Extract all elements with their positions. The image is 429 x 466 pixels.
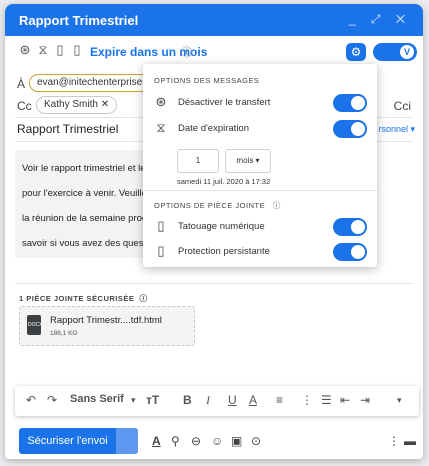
body-line: savoir si vous avez des quest xyxy=(22,238,147,249)
forward-off-icon[interactable]: ⊛ xyxy=(18,43,32,57)
attachments-header: 1 PIÈCE JOINTE SÉCURISÉE ⓘ xyxy=(19,294,148,303)
compose-window: Rapport Trimestriel _ ⤢ ✕ ⊛ ⧖ ▯ ▯ Expire… xyxy=(5,4,423,459)
cc-label: Cc xyxy=(17,99,32,113)
persistent-protection-toggle[interactable] xyxy=(333,243,367,261)
info-icon[interactable]: ⓘ xyxy=(273,201,281,210)
formatting-icon[interactable]: A xyxy=(152,434,161,448)
secure-send-button[interactable]: Sécuriser l'envoi xyxy=(19,428,116,454)
watermark-label: Tatouage numérique xyxy=(178,221,265,232)
disable-forward-label: Désactiver le transfert xyxy=(178,97,271,108)
hourglass-icon: ⧖ xyxy=(156,120,166,135)
hourglass-icon[interactable]: ⧖ xyxy=(36,43,50,57)
body-line: pour l'exercice à venir. Veuille xyxy=(22,188,147,199)
forward-off-icon: ⊛ xyxy=(155,94,167,109)
image-icon[interactable]: ▣ xyxy=(231,434,242,448)
attachment-size: 186,1 KO xyxy=(50,330,78,337)
duration-unit-select[interactable]: mois ▾ xyxy=(225,149,271,173)
text-color-icon[interactable]: A xyxy=(249,393,257,407)
body-divider xyxy=(15,283,413,284)
toggle-knob xyxy=(351,220,365,234)
window-title: Rapport Trimestriel xyxy=(19,13,139,28)
secure-toggle-knob: V xyxy=(400,45,414,59)
underline-icon[interactable]: U xyxy=(228,393,237,407)
formatting-toolbar: ↶ ↷ Sans Serif ▾ ᴛT B I U A ≡ ⋮ ☰ ⇤ ⇥ ▾ xyxy=(15,386,419,416)
gear-icon: ⚙ xyxy=(350,45,362,59)
options-popup: OPTIONS DES MESSAGES ⊛ Désactiver le tra… xyxy=(143,64,377,267)
toggle-knob xyxy=(351,122,365,136)
undo-icon[interactable]: ↶ xyxy=(26,393,36,407)
toggle-knob xyxy=(351,96,365,110)
duration-input[interactable]: 1 xyxy=(177,149,219,173)
persistent-protection-label: Protection persistante xyxy=(178,246,270,257)
body-line: la réunion de la semaine proc xyxy=(22,213,147,224)
chevron-down-icon[interactable]: ▾ xyxy=(131,395,136,406)
to-label: À xyxy=(17,77,26,91)
attachment-card[interactable]: DOCX Rapport Trimestr....tdf.html 186,1 … xyxy=(19,306,195,346)
attach-icon[interactable]: ⚲ xyxy=(171,434,180,448)
title-bar: Rapport Trimestriel _ ⤢ ✕ xyxy=(5,4,423,36)
personal-dropdown[interactable]: rsonnel ▾ xyxy=(378,124,415,135)
messages-options-header: OPTIONS DES MESSAGES xyxy=(154,76,260,85)
link-icon[interactable]: ⊖ xyxy=(191,434,201,448)
more-options-icon[interactable]: ⋮ xyxy=(388,434,400,448)
docx-file-icon: DOCX xyxy=(27,315,42,335)
expiration-toggle[interactable] xyxy=(333,120,367,138)
settings-gear-button[interactable]: ⚙ xyxy=(346,43,366,61)
watermark-toggle[interactable] xyxy=(333,218,367,236)
document-icon[interactable]: ▯ xyxy=(53,43,67,57)
protected-document-icon[interactable]: ▯ xyxy=(70,43,84,57)
info-icon[interactable]: ⓘ xyxy=(181,44,192,60)
attachment-options-header: OPTIONS DE PIÈCE JOINTE ⓘ xyxy=(154,201,281,210)
expiration-datetime: samedi 11 juil. 2020 à 17:32 xyxy=(177,177,271,186)
trash-icon[interactable]: ▬ xyxy=(404,434,416,448)
security-toolbar: ⊛ ⧖ ▯ ▯ Expire dans un mois ⓘ ⚙ V xyxy=(5,36,423,66)
toggle-knob xyxy=(351,245,365,259)
italic-icon[interactable]: I xyxy=(206,393,210,408)
more-formatting-icon[interactable]: ▾ xyxy=(397,395,402,406)
protected-document-icon: ▯ xyxy=(157,243,165,258)
send-options-button[interactable] xyxy=(116,428,138,454)
bold-icon[interactable]: B xyxy=(183,393,192,407)
confidential-lock-icon[interactable]: ⊙ xyxy=(251,434,261,448)
secure-mode-toggle[interactable]: V xyxy=(373,43,417,61)
cc-recipient-chip[interactable]: Kathy Smith ✕ xyxy=(36,96,118,114)
body-line: Voir le rapport trimestriel et le xyxy=(22,163,146,174)
popup-divider xyxy=(143,190,377,191)
indent-more-icon[interactable]: ⇥ xyxy=(360,393,370,407)
font-family-select[interactable]: Sans Serif xyxy=(70,393,124,405)
cci-link[interactable]: Cci xyxy=(394,99,411,113)
document-icon: ▯ xyxy=(157,218,165,233)
font-size-icon[interactable]: ᴛT xyxy=(146,393,159,407)
info-icon[interactable]: ⓘ xyxy=(140,294,148,303)
disable-forward-toggle[interactable] xyxy=(333,94,367,112)
expiration-date-label: Date d'expiration xyxy=(178,123,249,134)
attachment-name: Rapport Trimestr....tdf.html xyxy=(50,315,162,326)
align-icon[interactable]: ≡ xyxy=(276,393,283,407)
indent-less-icon[interactable]: ⇤ xyxy=(340,393,350,407)
numbered-list-icon[interactable]: ⋮ xyxy=(301,393,313,407)
emoji-icon[interactable]: ☺ xyxy=(211,434,223,448)
subject-field[interactable]: Rapport Trimestriel xyxy=(17,122,118,136)
redo-icon[interactable]: ↷ xyxy=(47,393,57,407)
bullet-list-icon[interactable]: ☰ xyxy=(321,393,332,407)
window-controls[interactable]: _ ⤢ ✕ xyxy=(349,12,411,27)
